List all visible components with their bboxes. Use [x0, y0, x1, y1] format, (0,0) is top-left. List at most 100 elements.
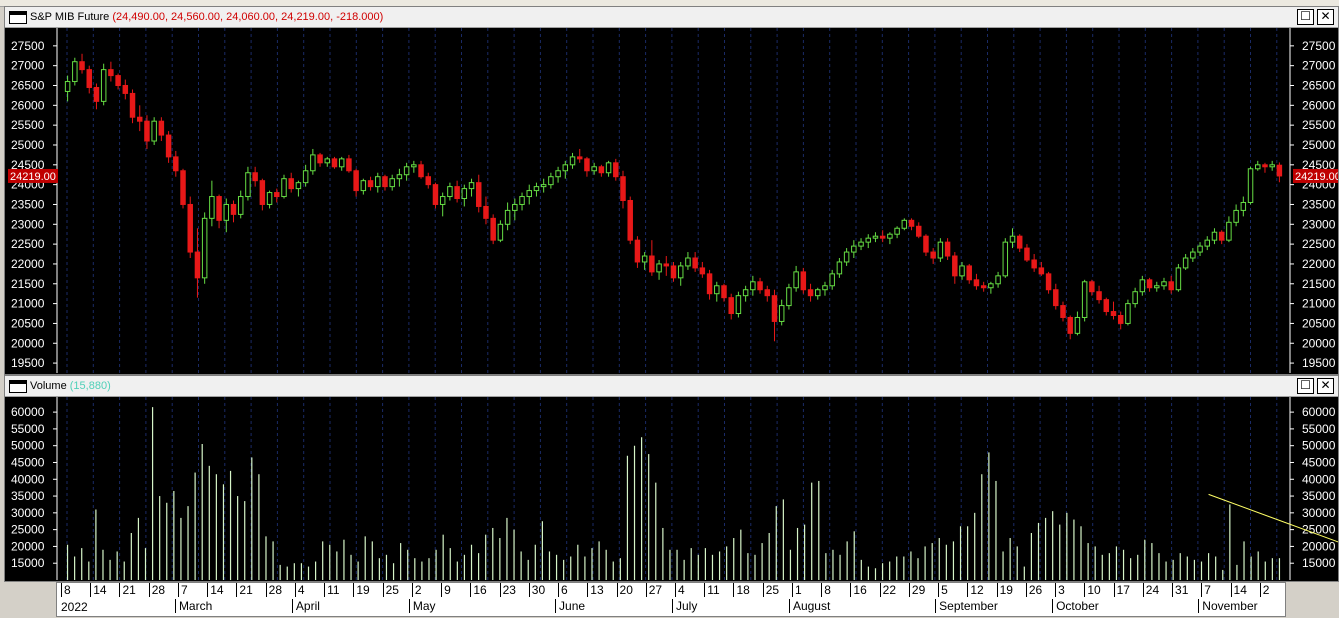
candle-body — [1081, 281, 1088, 318]
last-price-tag-right: 24219.00 — [1295, 171, 1338, 183]
x-day-tick: 5 — [938, 583, 948, 597]
y-tick-label-right: 60000 — [1302, 405, 1336, 419]
candle-body — [1240, 201, 1247, 211]
candle-body — [627, 200, 633, 241]
candle-body — [288, 178, 294, 190]
volume-pane-title: Volume — [30, 380, 67, 392]
candle-body — [396, 174, 403, 180]
x-day-tick: 30 — [528, 583, 545, 597]
x-day-tick: 28 — [148, 583, 165, 597]
maximize-button[interactable]: ☐ — [1297, 378, 1314, 394]
y-tick-label-left: 19500 — [11, 356, 45, 370]
candle-body — [1060, 305, 1066, 318]
x-month-label: June — [555, 599, 585, 613]
y-tick-label-right: 23500 — [1302, 197, 1336, 211]
candle-body — [605, 162, 612, 174]
y-tick-label-left: 21000 — [11, 297, 45, 311]
candle-body — [843, 251, 850, 263]
candle-body — [836, 261, 843, 275]
candle-body — [375, 176, 381, 188]
candle-body — [980, 285, 987, 289]
candle-body — [1117, 315, 1124, 324]
candle-body — [952, 255, 958, 277]
candle-body — [86, 69, 92, 88]
candle-body — [1233, 209, 1239, 223]
candle-body — [173, 156, 179, 172]
x-day-tick: 9 — [441, 583, 451, 597]
candle-body — [1038, 267, 1045, 275]
candle-body — [786, 287, 792, 307]
candle-body — [411, 164, 417, 168]
close-button[interactable]: ✕ — [1317, 9, 1334, 25]
maximize-button[interactable]: ☐ — [1297, 9, 1314, 25]
y-tick-label-left: 25500 — [11, 118, 45, 132]
candle-body — [1125, 303, 1131, 324]
candle-body — [425, 176, 431, 186]
y-tick-label-right: 27500 — [1302, 39, 1336, 53]
y-tick-label-right: 23000 — [1302, 217, 1336, 231]
candle-body — [100, 69, 107, 102]
candle-body — [129, 92, 136, 118]
y-tick-label-right: 25500 — [1302, 118, 1336, 132]
close-button[interactable]: ✕ — [1317, 378, 1334, 394]
candle-body — [656, 263, 662, 273]
x-day-tick: 7 — [177, 583, 188, 597]
y-tick-label-left: 23500 — [11, 197, 45, 211]
candle-body — [512, 203, 518, 211]
candle-body — [793, 271, 799, 289]
y-tick-label-left: 27500 — [11, 39, 45, 53]
candle-body — [122, 85, 129, 94]
candle-body — [800, 271, 807, 291]
candle-body — [750, 281, 756, 291]
y-tick-label-left: 26500 — [11, 79, 45, 93]
x-day-tick: 19 — [353, 583, 370, 597]
candle-body — [714, 285, 720, 295]
candle-body — [1053, 289, 1059, 307]
candle-body — [346, 158, 352, 172]
candle-body — [757, 281, 763, 291]
candle-body — [317, 154, 323, 164]
price-pane-titlebar: S&P MIB Future (24,490.00, 24,560.00, 24… — [5, 7, 1338, 28]
candle-body — [613, 162, 619, 178]
candle-body — [187, 203, 193, 253]
candle-body — [468, 182, 475, 190]
x-day-tick: 17 — [1113, 583, 1130, 597]
candle-body — [158, 120, 165, 136]
y-tick-label-right: 30000 — [1302, 506, 1336, 520]
candle-body — [403, 166, 410, 176]
candle-body — [555, 170, 561, 178]
candle-body — [1182, 257, 1189, 269]
candle-body — [1190, 251, 1196, 259]
y-tick-label-left: 20500 — [11, 316, 45, 330]
y-tick-label-left: 21500 — [11, 277, 45, 291]
candle-body — [1154, 285, 1160, 289]
price-pane-values: (24,490.00, 24,560.00, 24,060.00, 24,219… — [112, 11, 384, 23]
candle-body — [706, 273, 713, 295]
x-day-tick: 19 — [996, 583, 1013, 597]
candle-body — [1269, 164, 1275, 168]
candle-body — [310, 154, 316, 172]
candle-body — [822, 285, 828, 291]
y-tick-label-left: 40000 — [11, 472, 45, 486]
candle-body — [685, 257, 691, 267]
y-tick-label-left: 22500 — [11, 237, 45, 251]
x-day-tick: 25 — [762, 583, 779, 597]
y-tick-label-right: 55000 — [1302, 422, 1336, 436]
candle-body — [497, 223, 504, 241]
y-tick-label-right: 26000 — [1302, 98, 1336, 112]
window-icon — [9, 380, 27, 393]
candle-body — [807, 289, 814, 297]
candle-body — [966, 265, 972, 281]
candle-body — [93, 86, 100, 102]
candle-body — [901, 219, 908, 229]
x-day-tick: 8 — [821, 583, 831, 597]
candle-body — [1074, 316, 1081, 334]
candle-body — [432, 184, 439, 205]
candle-body — [771, 295, 778, 322]
candle-body — [1132, 291, 1138, 305]
candle-body — [1218, 231, 1225, 241]
y-tick-label-left: 23000 — [11, 217, 45, 231]
candle-body — [1146, 279, 1153, 289]
candle-body — [519, 196, 525, 205]
candle-body — [764, 289, 771, 297]
